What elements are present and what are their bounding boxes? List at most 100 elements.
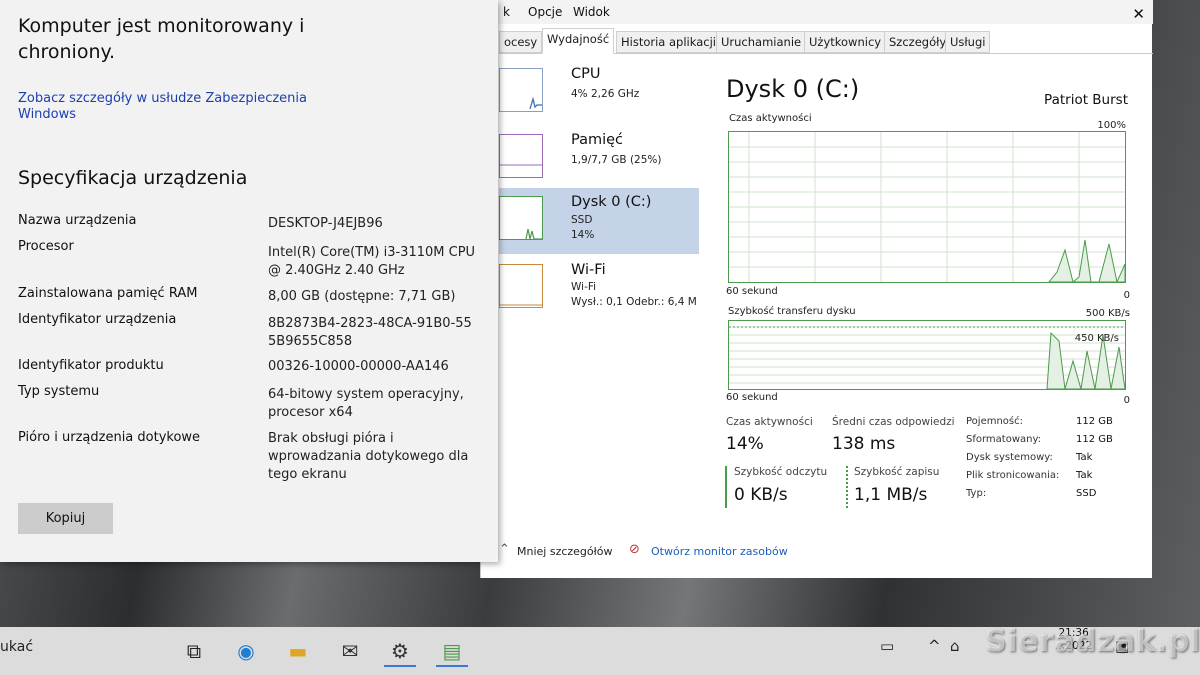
spec-product-id-key: Identyfikator produktu xyxy=(18,358,164,373)
transfer-graph-time: 60 sekund xyxy=(726,392,778,403)
prop-system-disk-key: Dysk systemowy: xyxy=(966,452,1053,463)
tab-bar: ocesy Wydajność Historia aplikacji Uruch… xyxy=(499,28,1153,54)
tab-services[interactable]: Usługi xyxy=(945,31,991,53)
transfer-graph-min: 0 xyxy=(1123,395,1130,406)
resource-disk0[interactable]: Dysk 0 (C:) SSD 14% xyxy=(499,188,699,254)
menu-bar: k Opcje Widok ✕ xyxy=(481,0,1153,24)
task-manager-icon[interactable]: ▤ xyxy=(436,635,468,667)
search-box-text[interactable]: ukać xyxy=(0,639,33,655)
menu-item-file-partial[interactable]: k xyxy=(503,5,510,19)
resource-subtitle: 4% 2,26 GHz xyxy=(571,88,640,100)
tab-performance[interactable]: Wydajność xyxy=(542,28,615,54)
read-speed-label: Szybkość odczytu xyxy=(734,466,828,478)
spec-device-name-value: DESKTOP-J4EJB96 xyxy=(268,216,383,231)
resource-title: Wi-Fi xyxy=(571,262,606,278)
disk-model: Patriot Burst xyxy=(1044,92,1128,108)
prop-capacity-key: Pojemność: xyxy=(966,416,1023,427)
prop-system-disk-value: Tak xyxy=(1076,452,1093,463)
action-center-icon[interactable]: ▭ xyxy=(880,637,894,655)
read-speed-bar xyxy=(725,466,727,508)
activity-graph-time: 60 sekund xyxy=(726,286,778,297)
cpu-sparkline xyxy=(499,68,543,112)
resource-title: Pamięć xyxy=(571,132,624,148)
write-speed-bar xyxy=(846,466,848,508)
windows-security-link[interactable]: Zobacz szczegóły w usłudze Zabezpieczeni… xyxy=(18,91,338,123)
prop-pagefile-key: Plik stronicowania: xyxy=(966,470,1060,481)
file-explorer-icon[interactable]: ▬ xyxy=(282,635,314,667)
tab-processes[interactable]: ocesy xyxy=(499,31,543,53)
disk-title: Dysk 0 (C:) xyxy=(726,75,860,103)
disk-detail-pane: Dysk 0 (C:) Patriot Burst Czas aktywnośc… xyxy=(725,70,1136,550)
write-speed-label: Szybkość zapisu xyxy=(854,466,940,478)
memory-sparkline xyxy=(499,134,543,178)
activity-graph-min: 0 xyxy=(1123,290,1130,301)
transfer-graph-label: Szybkość transferu dysku xyxy=(728,306,856,317)
fewer-details-link[interactable]: Mniej szczegółów xyxy=(517,545,613,558)
resource-usage: 14% xyxy=(571,229,595,241)
copy-button[interactable]: Kopiuj xyxy=(18,503,113,534)
resource-memory[interactable]: Pamięć 1,9/7,7 GB (25%) xyxy=(499,126,699,192)
spec-pen-touch-value: Brak obsługi pióra i wprowadzania dotyko… xyxy=(268,431,469,482)
prop-formatted-value: 112 GB xyxy=(1076,434,1113,445)
activity-graph-label: Czas aktywności xyxy=(729,113,812,124)
prop-type-key: Typ: xyxy=(966,488,987,499)
mail-icon[interactable]: ✉ xyxy=(334,635,366,667)
transfer-graph: 450 KB/s xyxy=(728,320,1126,390)
transfer-graph-max: 500 KB/s xyxy=(1085,308,1130,319)
tab-app-history[interactable]: Historia aplikacji xyxy=(616,31,721,53)
prop-type-value: SSD xyxy=(1076,488,1097,499)
close-icon[interactable]: ✕ xyxy=(1132,5,1145,23)
wifi-sparkline xyxy=(499,264,543,308)
chevron-up-icon[interactable]: ⌃ xyxy=(499,542,510,557)
menu-item-view[interactable]: Widok xyxy=(573,5,610,19)
spec-ram-key: Zainstalowana pamięć RAM xyxy=(18,286,198,301)
resource-subtitle: 1,9/7,7 GB (25%) xyxy=(571,154,662,166)
activity-graph xyxy=(728,131,1126,283)
resource-wifi[interactable]: Wi-Fi Wi-Fi Wysł.: 0,1 Odebr.: 6,4 M xyxy=(499,256,699,322)
protection-status-heading: Komputer jest monitorowany i chroniony. xyxy=(18,15,305,63)
resource-title: Dysk 0 (C:) xyxy=(571,194,652,210)
spec-ram-value: 8,00 GB (dostępne: 7,71 GB) xyxy=(268,289,456,304)
activity-graph-plot xyxy=(729,132,1125,282)
avg-response-value: 138 ms xyxy=(832,434,896,454)
spec-system-type-value: 64-bitowy system operacyjny, procesor x6… xyxy=(268,387,464,420)
spec-system-type-key: Typ systemu xyxy=(18,384,100,399)
about-settings-panel: Komputer jest monitorowany i chroniony. … xyxy=(0,0,498,562)
open-resource-monitor-link[interactable]: Otwórz monitor zasobów xyxy=(651,545,788,558)
tab-users[interactable]: Użytkownicy xyxy=(804,31,887,53)
transfer-graph-mid: 450 KB/s xyxy=(1074,333,1119,344)
edge-icon[interactable]: ◉ xyxy=(230,635,262,667)
task-manager-window: k Opcje Widok ✕ ocesy Wydajność Historia… xyxy=(480,0,1153,578)
task-view-icon[interactable]: ⧉ xyxy=(178,635,210,667)
resource-list: CPU 4% 2,26 GHz Pamięć 1,9/7,7 GB (25%) … xyxy=(499,60,699,530)
task-manager-footer: ⌃ Mniej szczegółów ⊘ Otwórz monitor zaso… xyxy=(481,540,1153,564)
device-specs-heading: Specyfikacja urządzenia xyxy=(18,167,248,189)
activity-graph-max: 100% xyxy=(1097,120,1126,131)
resource-throughput: Wysł.: 0,1 Odebr.: 6,4 M xyxy=(571,296,697,308)
prop-capacity-value: 112 GB xyxy=(1076,416,1113,427)
watermark: Sieradzak.pl xyxy=(985,624,1200,659)
menu-item-options[interactable]: Opcje xyxy=(528,5,562,19)
disk-sparkline xyxy=(499,196,543,240)
read-speed-value: 0 KB/s xyxy=(734,485,788,505)
resource-monitor-icon: ⊘ xyxy=(629,542,640,557)
prop-pagefile-value: Tak xyxy=(1076,470,1093,481)
write-speed-value: 1,1 MB/s xyxy=(854,485,928,505)
prop-formatted-key: Sformatowany: xyxy=(966,434,1042,445)
spec-processor-value: Intel(R) Core(TM) i3-3110M CPU @ 2.40GHz… xyxy=(268,245,476,278)
network-icon[interactable]: ⌂ xyxy=(950,637,960,655)
resource-cpu[interactable]: CPU 4% 2,26 GHz xyxy=(499,60,699,126)
spec-processor-key: Procesor xyxy=(18,239,74,254)
tab-startup[interactable]: Uruchamianie xyxy=(716,31,807,53)
transfer-graph-plot xyxy=(729,326,1125,389)
resource-subtitle: SSD xyxy=(571,214,593,226)
settings-icon[interactable]: ⚙ xyxy=(384,635,416,667)
spec-device-name-key: Nazwa urządzenia xyxy=(18,213,137,228)
tab-details[interactable]: Szczegóły xyxy=(884,31,952,53)
avg-response-label: Średni czas odpowiedzi xyxy=(832,416,955,428)
spec-pen-touch-key: Pióro i urządzenia dotykowe xyxy=(18,430,201,445)
resource-subtitle: Wi-Fi xyxy=(571,281,597,293)
chevron-up-icon[interactable]: ^ xyxy=(928,637,941,655)
active-time-label: Czas aktywności xyxy=(726,416,813,428)
spec-product-id-value: 00326-10000-00000-AA146 xyxy=(268,359,449,374)
